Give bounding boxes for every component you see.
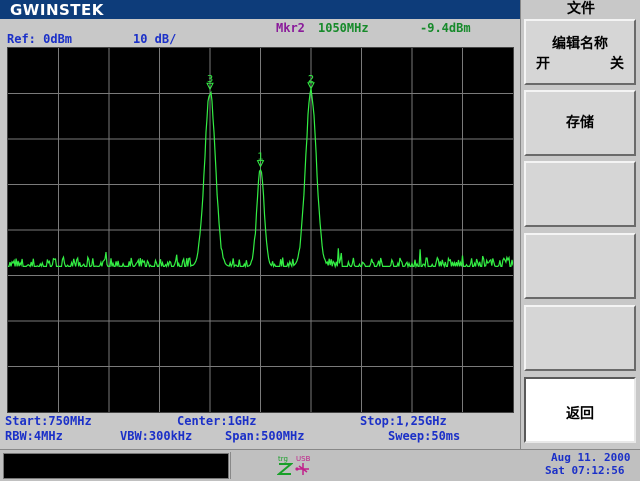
rbw: RBW:4MHz bbox=[5, 429, 63, 443]
usb-icon-text: USB bbox=[296, 455, 311, 463]
softkey-save-label: 存储 bbox=[566, 115, 594, 131]
sweep-time: Sweep:50ms bbox=[388, 429, 461, 443]
softkey-edit-name-label: 编辑名称 bbox=[552, 36, 608, 52]
scale-per-div: 10 dB/ bbox=[133, 32, 177, 46]
spectrum-plot: 1 2 3 bbox=[8, 48, 513, 412]
date-time: Aug 11. 2000 Sat 07:12:56 bbox=[545, 451, 637, 479]
softkey-off-option: 关 bbox=[610, 56, 624, 72]
softkey-blank-3[interactable] bbox=[524, 305, 636, 371]
header-info: Ref: 0dBm 10 dB/ Mkr2 1050MHz -9.4dBm bbox=[0, 19, 520, 47]
trigger-icon-text: trg bbox=[278, 455, 288, 463]
brand-logo: GWINSTEK bbox=[10, 1, 104, 19]
softkey-return[interactable]: 返回 bbox=[524, 377, 636, 443]
stop-frequency: Stop:1,25GHz bbox=[360, 414, 447, 428]
softkey-panel: 文件 编辑名称 开 关 存储 返回 bbox=[520, 0, 640, 449]
footer-info: Start:750MHz Center:1GHz Stop:1,25GHz RB… bbox=[0, 413, 520, 447]
spectrum-display: 1 2 3 bbox=[7, 47, 514, 413]
time: Sat 07:12:56 bbox=[545, 464, 625, 477]
softkey-blank-2[interactable] bbox=[524, 233, 636, 299]
marker-level: -9.4dBm bbox=[420, 21, 471, 35]
usb-icon: USB bbox=[295, 455, 311, 475]
trigger-icon: trg bbox=[277, 455, 293, 475]
softkey-save[interactable]: 存储 bbox=[524, 90, 636, 156]
softkey-blank-1[interactable] bbox=[524, 161, 636, 227]
status-bar: trg USB Aug 11. 2000 Sat 07:12:56 bbox=[0, 449, 640, 481]
ref-level: Ref: 0dBm bbox=[7, 32, 73, 46]
marker-label: Mkr2 bbox=[276, 21, 305, 35]
softkey-edit-name[interactable]: 编辑名称 开 关 bbox=[524, 19, 636, 85]
date: Aug 11. 2000 bbox=[551, 451, 631, 464]
softkey-on-option: 开 bbox=[536, 56, 550, 72]
message-box bbox=[3, 453, 229, 479]
marker-frequency: 1050MHz bbox=[318, 21, 369, 35]
marker-3-label: 3 bbox=[207, 74, 213, 85]
vbw: VBW:300kHz bbox=[120, 429, 193, 443]
start-frequency: Start:750MHz bbox=[5, 414, 92, 428]
menu-title: 文件 bbox=[567, 1, 595, 17]
marker-2-label: 2 bbox=[308, 74, 314, 85]
softkey-return-label: 返回 bbox=[566, 406, 594, 422]
marker-1-label: 1 bbox=[257, 152, 263, 163]
span: Span:500MHz bbox=[225, 429, 305, 443]
center-frequency: Center:1GHz bbox=[177, 414, 257, 428]
status-indicators: trg USB bbox=[230, 452, 543, 479]
title-bar: GWINSTEK bbox=[0, 0, 520, 19]
